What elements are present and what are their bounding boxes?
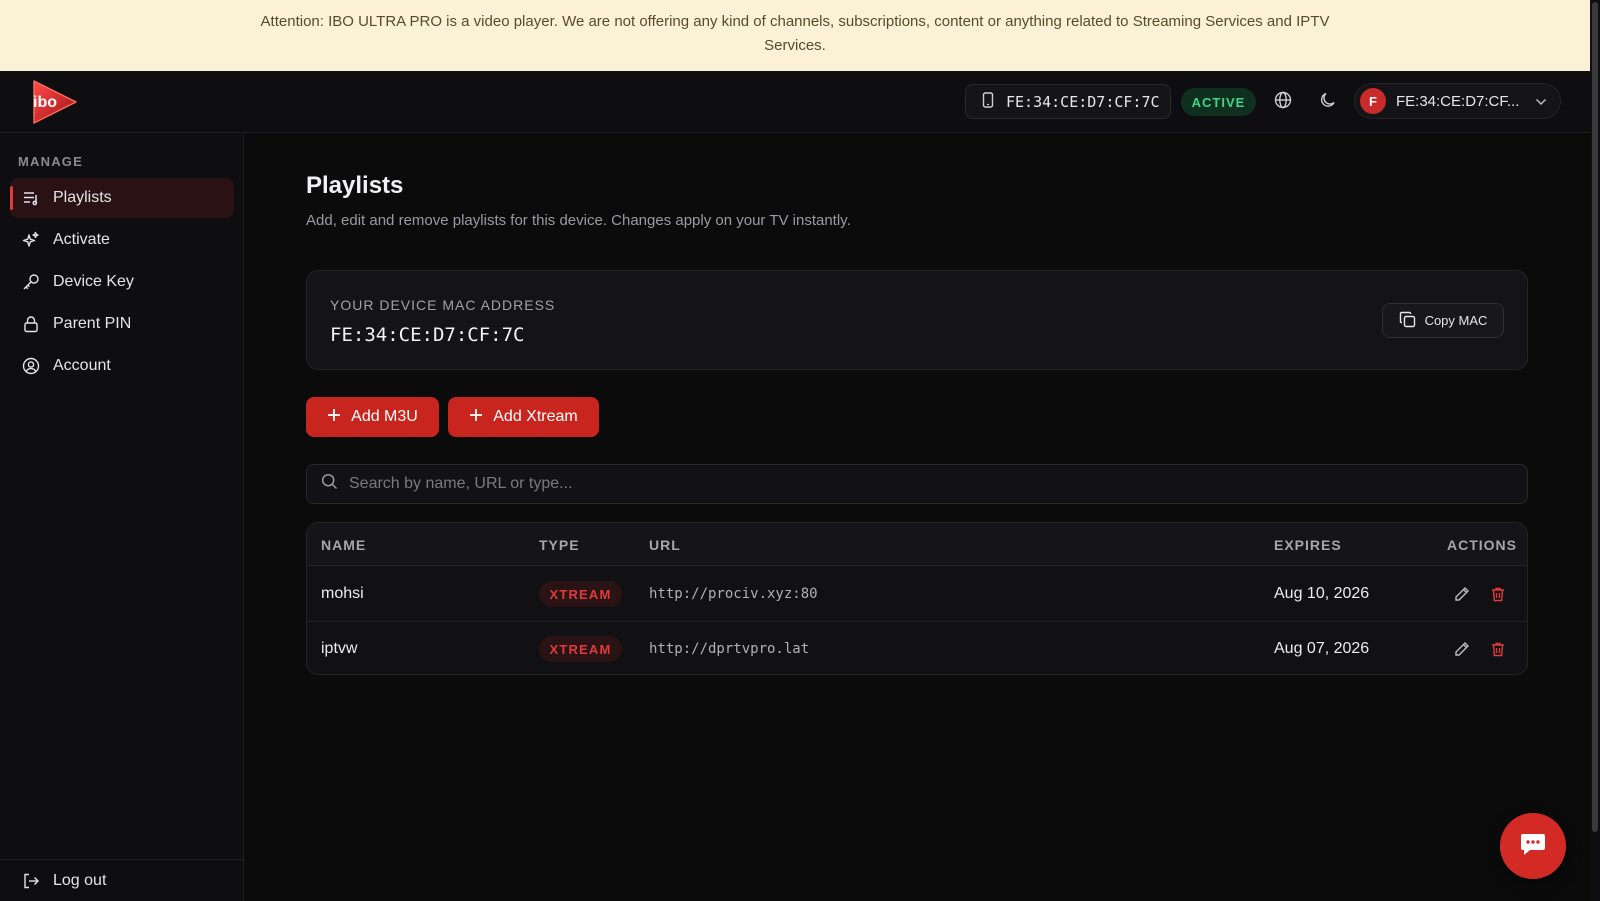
sidebar-item-label: Parent PIN: [53, 315, 132, 332]
edit-playlist-button[interactable]: [1453, 641, 1471, 662]
device-mac-card: YOUR DEVICE MAC ADDRESS FE:34:CE:D7:CF:7…: [306, 270, 1528, 370]
playlist-type-badge: XTREAM: [539, 581, 622, 607]
page-scrollbar[interactable]: [1590, 0, 1600, 901]
top-bar: ibo FE:34:CE:D7:CF:7C ACTIVE F FE:34:CE:…: [0, 71, 1590, 133]
logout-button[interactable]: Log out: [22, 872, 106, 890]
sidebar-item-label: Account: [53, 357, 111, 374]
add-m3u-label: Add M3U: [351, 408, 418, 425]
scrollbar-thumb[interactable]: [1592, 2, 1598, 832]
column-header-name: NAME: [321, 537, 367, 553]
avatar: F: [1360, 88, 1386, 114]
user-menu[interactable]: F FE:34:CE:D7:CF...: [1354, 83, 1561, 119]
copy-mac-button[interactable]: Copy MAC: [1382, 303, 1504, 338]
phone-icon: [982, 91, 994, 112]
playlist-expires: Aug 10, 2026: [1274, 585, 1370, 602]
mac-card-value: FE:34:CE:D7:CF:7C: [330, 324, 525, 346]
column-header-url: URL: [649, 537, 681, 553]
sidebar-item-label: Activate: [53, 231, 110, 248]
playlists-table: NAME TYPE URL EXPIRES ACTIONS mohsi XTRE…: [306, 522, 1528, 675]
table-header: NAME TYPE URL EXPIRES ACTIONS: [307, 523, 1527, 566]
sparkles-icon: [22, 231, 40, 249]
chat-button[interactable]: [1500, 813, 1566, 879]
sidebar-footer: Log out: [0, 859, 244, 901]
edit-playlist-button[interactable]: [1453, 586, 1471, 607]
pencil-icon: [1454, 641, 1470, 662]
banner-text: Attention: IBO ULTRA PRO is a video play…: [260, 13, 1330, 54]
theme-toggle-button[interactable]: [1313, 87, 1343, 117]
search-input[interactable]: [349, 475, 1449, 493]
playlist-url: http://prociv.xyz:80: [649, 586, 818, 602]
sidebar-item-account[interactable]: Account: [10, 346, 234, 386]
mac-card-label: YOUR DEVICE MAC ADDRESS: [330, 297, 556, 313]
sidebar: MANAGE Playlists Activate Device Key Par…: [0, 134, 244, 901]
search-icon: [321, 473, 338, 495]
status-badge: ACTIVE: [1181, 88, 1256, 116]
user-label: FE:34:CE:D7:CF...: [1396, 92, 1520, 110]
sidebar-item-playlists[interactable]: Playlists: [10, 178, 234, 218]
trash-icon: [1490, 641, 1506, 662]
playlist-url: http://dprtvpro.lat: [649, 641, 810, 657]
sidebar-item-label: Device Key: [53, 273, 134, 290]
add-xtream-button[interactable]: Add Xtream: [448, 397, 599, 437]
pencil-icon: [1454, 586, 1470, 607]
sidebar-item-activate[interactable]: Activate: [10, 220, 234, 260]
globe-icon: [1274, 91, 1292, 114]
plus-icon: [327, 408, 341, 427]
device-mac-text: FE:34:CE:D7:CF:7C: [1006, 92, 1160, 111]
logout-icon: [22, 872, 40, 890]
sidebar-section-label: MANAGE: [18, 154, 83, 169]
page-subtitle: Add, edit and remove playlists for this …: [306, 212, 851, 229]
add-m3u-button[interactable]: Add M3U: [306, 397, 439, 437]
playlist-icon: [22, 189, 40, 207]
plus-icon: [469, 408, 483, 427]
playlist-name: iptvw: [321, 640, 358, 657]
chevron-down-icon: [1535, 93, 1547, 110]
language-button[interactable]: [1268, 87, 1298, 117]
logo-text: ibo: [33, 94, 57, 111]
playlist-type-badge: XTREAM: [539, 636, 622, 662]
delete-playlist-button[interactable]: [1489, 642, 1507, 660]
chat-bubble-icon: [1520, 832, 1546, 861]
lock-icon: [22, 315, 40, 333]
column-header-actions: ACTIONS: [1447, 537, 1517, 553]
copy-icon: [1399, 311, 1416, 331]
user-circle-icon: [22, 357, 40, 375]
playlist-expires: Aug 07, 2026: [1274, 640, 1370, 657]
delete-playlist-button[interactable]: [1489, 587, 1507, 605]
playlist-name: mohsi: [321, 585, 364, 602]
page-title: Playlists: [306, 172, 404, 199]
moon-icon: [1319, 91, 1337, 114]
logout-label: Log out: [53, 872, 107, 889]
sidebar-item-device-key[interactable]: Device Key: [10, 262, 234, 302]
table-row: mohsi XTREAM http://prociv.xyz:80 Aug 10…: [307, 567, 1527, 621]
attention-banner: Attention: IBO ULTRA PRO is a video play…: [0, 0, 1590, 71]
add-xtream-label: Add Xtream: [493, 408, 578, 425]
search-box: [306, 464, 1528, 504]
trash-icon: [1490, 586, 1506, 607]
column-header-type: TYPE: [539, 537, 580, 553]
column-header-expires: EXPIRES: [1274, 537, 1342, 553]
sidebar-item-label: Playlists: [53, 189, 112, 206]
table-row: iptvw XTREAM http://dprtvpro.lat Aug 07,…: [307, 621, 1527, 674]
key-icon: [22, 273, 40, 291]
app-logo[interactable]: ibo: [28, 77, 80, 127]
device-mac-pill[interactable]: FE:34:CE:D7:CF:7C: [965, 84, 1171, 119]
sidebar-item-parent-pin[interactable]: Parent PIN: [10, 304, 234, 344]
copy-mac-label: Copy MAC: [1424, 313, 1488, 328]
